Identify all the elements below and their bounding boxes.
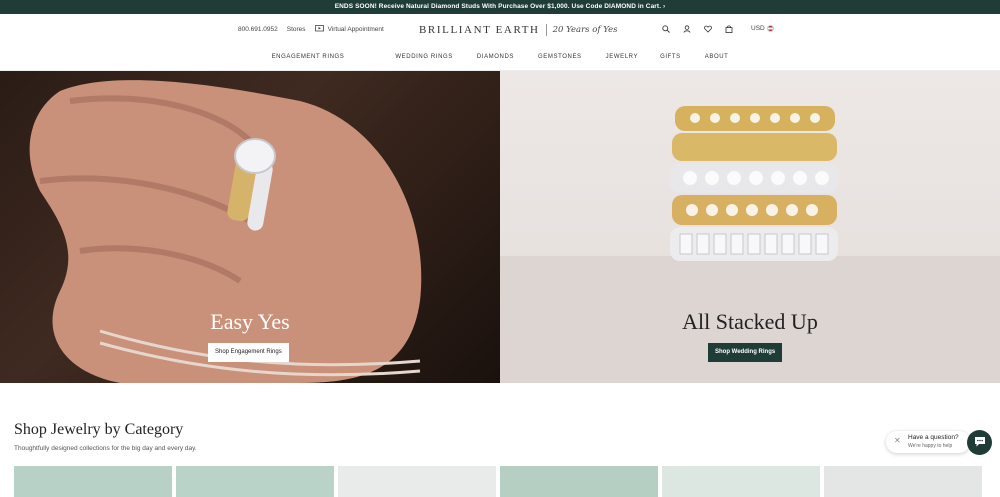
chat-button[interactable] (967, 430, 992, 455)
nav-wedding-rings[interactable]: WEDDING RINGS (395, 54, 452, 60)
chat-bubble-icon (974, 434, 986, 452)
header-actions: USD (661, 24, 774, 33)
utility-links: 800.691.0952 Stores Virtual Appointment (238, 25, 384, 34)
close-icon[interactable]: ✕ (894, 436, 901, 445)
category-section-subtitle: Thoughtfully designed collections for th… (14, 445, 197, 452)
category-card[interactable] (662, 466, 820, 497)
category-cards (14, 466, 982, 497)
bag-icon[interactable] (724, 24, 733, 33)
promo-text: ENDS SOON! Receive Natural Diamond Studs… (334, 3, 605, 10)
shop-wedding-rings-button[interactable]: Shop Wedding Rings (708, 343, 783, 362)
flag-icon (766, 25, 774, 32)
stores-link[interactable]: Stores (287, 26, 306, 33)
hero-engagement[interactable]: Easy Yes Shop Engagement Rings (0, 71, 500, 383)
hero-title-easy-yes: Easy Yes (210, 309, 290, 334)
video-icon (314, 25, 324, 34)
nav-gemstones[interactable]: GEMSTONES (538, 54, 582, 60)
virtual-appointment-label: Virtual Appointment (327, 26, 384, 33)
hero-wedding[interactable]: All Stacked Up Shop Wedding Rings (500, 71, 1000, 383)
nav-about[interactable]: ABOUT (705, 54, 729, 60)
brand-name: BRILLIANT EARTH (419, 24, 540, 36)
shop-engagement-rings-button[interactable]: Shop Engagement Rings (208, 343, 289, 362)
logo-divider (545, 24, 547, 36)
hero-title-all-stacked-up: All Stacked Up (682, 309, 818, 334)
site-header: 800.691.0952 Stores Virtual Appointment … (0, 14, 1000, 71)
promo-suffix: in Cart. › (636, 3, 666, 10)
account-icon[interactable] (682, 24, 691, 33)
nav-jewelry[interactable]: JEWELRY (606, 54, 638, 60)
phone-link[interactable]: 800.691.0952 (238, 26, 278, 33)
stacked-rings-image (500, 106, 1000, 383)
category-card[interactable] (500, 466, 658, 497)
chat-question: Have a question? (908, 434, 959, 441)
hand-with-ring-image (29, 80, 422, 383)
nav-engagement-rings[interactable]: ENGAGEMENT RINGS (272, 54, 345, 60)
promo-banner[interactable]: ENDS SOON! Receive Natural Diamond Studs… (0, 0, 1000, 14)
currency-selector[interactable]: USD (751, 25, 774, 32)
main-nav: ENGAGEMENT RINGS WEDDING RINGS DIAMONDS … (0, 54, 1000, 60)
brand-logo[interactable]: BRILLIANT EARTH 20 Years of Yes (419, 24, 617, 36)
category-card[interactable] (338, 466, 496, 497)
virtual-appointment-link[interactable]: Virtual Appointment (314, 25, 384, 34)
promo-code: DIAMOND (604, 3, 636, 10)
nav-gifts[interactable]: GIFTS (660, 54, 681, 60)
chat-help-text: We're happy to help (908, 443, 953, 449)
chat-prompt[interactable]: ✕ Have a question? We're happy to help (886, 431, 970, 453)
brand-tagline: 20 Years of Yes (552, 25, 618, 35)
search-icon[interactable] (661, 24, 670, 33)
category-card[interactable] (14, 466, 172, 497)
category-section-title: Shop Jewelry by Category (14, 421, 184, 438)
heart-icon[interactable] (703, 24, 712, 33)
nav-diamonds[interactable]: DIAMONDS (477, 54, 514, 60)
currency-label: USD (751, 25, 765, 32)
category-card[interactable] (824, 466, 982, 497)
category-card[interactable] (176, 466, 334, 497)
